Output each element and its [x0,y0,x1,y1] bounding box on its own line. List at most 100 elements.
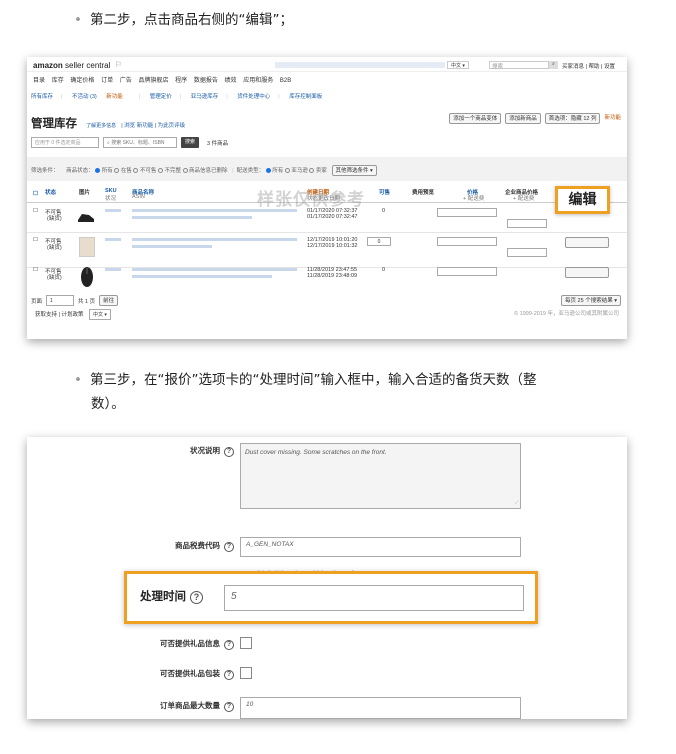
store-selector[interactable] [275,62,445,68]
footer-links-text[interactable]: 获取支持 | 计划政策 [35,312,84,318]
radio-deleted[interactable] [182,168,188,174]
subnav-fba[interactable]: 亚马逊库存 [191,94,219,100]
search-icon: ⌕ [107,140,110,146]
handling-time-input[interactable]: 5 [224,585,524,611]
table-row: ☐ 不可售 (缺货) 11/28/2019 23:47:55 11/28/201… [27,264,627,294]
subnav-dashboard[interactable]: 库存控制面板 [289,94,322,100]
gift-wrap-checkbox[interactable] [240,667,252,679]
tax-code-input[interactable]: A_GEN_NOTAX [240,537,521,557]
per-page-select[interactable]: 每页 25 个搜索结果 ▾ [561,295,621,306]
radio-label: 所有 [272,168,284,174]
nav-item-apps[interactable]: 应用和服务 [243,78,273,84]
col-status[interactable]: 状态 [45,188,56,196]
radio-all-fulfillment[interactable] [265,168,271,174]
seller-central-screenshot: amazon seller central ⚐ 中文 ▾ 搜索 ⌕ 买家消息 |… [27,57,627,339]
nav-item-orders[interactable]: 订单 [101,78,113,84]
condition-note-text: 状况说明 [190,446,220,455]
row-updated-date: 11/28/2019 23:48:09 [307,273,358,279]
nav-item-catalog[interactable]: 目录 [33,78,45,84]
radio-label: 所有 [101,168,113,174]
nav-item-inventory[interactable]: 库存 [52,78,64,84]
help-icon[interactable]: ? [224,542,234,552]
page-input[interactable]: 1 [46,295,75,306]
help-icon[interactable]: ? [224,640,234,650]
preferences-button[interactable]: 首选项：隐藏 12 列 [544,113,601,124]
radio-amazon[interactable] [284,168,290,174]
row-checkbox[interactable]: ☐ [33,208,38,214]
global-search-input[interactable]: 搜索 [489,61,549,70]
go-button[interactable]: 前往 [99,295,119,306]
price-input[interactable] [437,237,497,246]
business-price-input[interactable] [507,219,547,228]
product-image[interactable] [79,266,95,287]
col-image: 图片 [79,190,91,196]
gift-wrap-label: 可否提供礼品包装? [160,668,234,680]
subnav-all-inventory[interactable]: 所有库存 [31,94,53,100]
product-image[interactable] [79,237,95,257]
nav-item-performance[interactable]: 绩效 [225,78,237,84]
max-order-qty-input[interactable]: 10 [240,697,521,719]
qty-input[interactable]: 0 [367,237,391,246]
table-row: ☐ 不可售 (缺货) 12/17/2019 10:01:20 12/17/201… [27,234,627,268]
tax-code-text: 商品税费代码 [175,541,220,550]
footer-links: 获取支持 | 计划政策 中文 ▾ [35,309,111,320]
footer-language-select[interactable]: 中文 ▾ [89,309,111,320]
subnav-inactive[interactable]: 不活动 (3) 新功能 [72,94,131,100]
row-checkbox[interactable]: ☐ [33,237,38,243]
help-icon[interactable]: ? [224,670,234,680]
radio-inactive[interactable] [133,168,139,174]
nav-item-pricing[interactable]: 确定价格 [70,78,94,84]
edit-dropdown-button[interactable] [565,267,609,278]
sku-search-input[interactable]: ⌕ 搜索 SKU、标题、ISBN [103,137,177,148]
price-input[interactable] [437,267,497,276]
row-updated-date: 01/17/2020 07:32:47 [307,214,358,220]
radio-incomplete[interactable] [157,168,163,174]
nav-item-stores[interactable]: 品牌旗舰店 [138,78,168,84]
col-changed: 状态更改日期 [307,196,341,202]
row-status-sub: (缺货) [47,245,62,251]
radio-all[interactable] [95,168,101,174]
search-button[interactable]: 搜索 [181,137,200,148]
logo-brand: amazon [33,61,63,70]
gift-message-checkbox[interactable] [240,637,252,649]
nav-item-b2b[interactable]: B2B [280,78,291,84]
more-filters-button[interactable]: 其他筛选条件 ▾ [331,165,377,176]
price-input[interactable] [437,208,497,217]
help-icon[interactable]: ? [224,702,234,712]
col-available[interactable]: 可售 [379,188,390,196]
nav-item-reports[interactable]: 数据报告 [194,78,218,84]
tax-code-label: 商品税费代码? [175,540,234,552]
add-product-button[interactable]: 添加新商品 [505,113,541,124]
radio-label: 卖家 [315,168,327,174]
resize-handle-icon[interactable]: ⟋ [514,500,518,506]
add-variation-button[interactable]: 添加一个商品变体 [449,113,502,124]
radio-active[interactable] [114,168,120,174]
radio-merchant[interactable] [309,168,315,174]
edit-dropdown-button[interactable] [565,237,609,248]
help-icon[interactable]: ? [190,591,203,604]
product-image[interactable] [77,209,94,229]
edit-button-callout[interactable]: 编辑 [555,186,610,214]
learn-links[interactable]: | 浏览 新功能 | 为此页评级 [121,123,185,129]
bulk-action-select[interactable]: 应用于 0 件选定商品 [31,137,99,148]
subnav-shipments[interactable]: 货件处理中心 [237,94,270,100]
row-checkbox[interactable]: ☐ [33,267,38,273]
subnav-inactive-label: 不活动 (3) [71,94,97,100]
handling-time-text: 处理时间 [140,591,186,603]
learn-more-link[interactable]: 了解更多信息 [86,123,116,129]
handling-time-label: 处理时间? [140,588,203,604]
max-order-qty-text: 订单商品最大数量 [160,701,220,710]
condition-note-textarea[interactable]: Dust cover missing. Some scratches on th… [240,443,521,509]
language-select[interactable]: 中文 ▾ [447,61,469,69]
business-price-input[interactable] [507,248,547,257]
top-links[interactable]: 买家消息 | 帮助 | 设置 [562,62,615,70]
radio-label: 亚马逊 [291,168,308,174]
nav-item-ads[interactable]: 广告 [120,78,132,84]
item-count: 3 件商品 [207,140,229,147]
handling-time-callout: 处理时间? 5 [124,571,538,624]
nav-item-programs[interactable]: 程序 [175,78,187,84]
header-checkbox[interactable]: ☐ [33,191,38,197]
subnav-pricing[interactable]: 管理定价 [150,94,172,100]
help-icon[interactable]: ? [224,447,234,457]
magnifier-icon[interactable]: ⌕ [549,61,558,69]
